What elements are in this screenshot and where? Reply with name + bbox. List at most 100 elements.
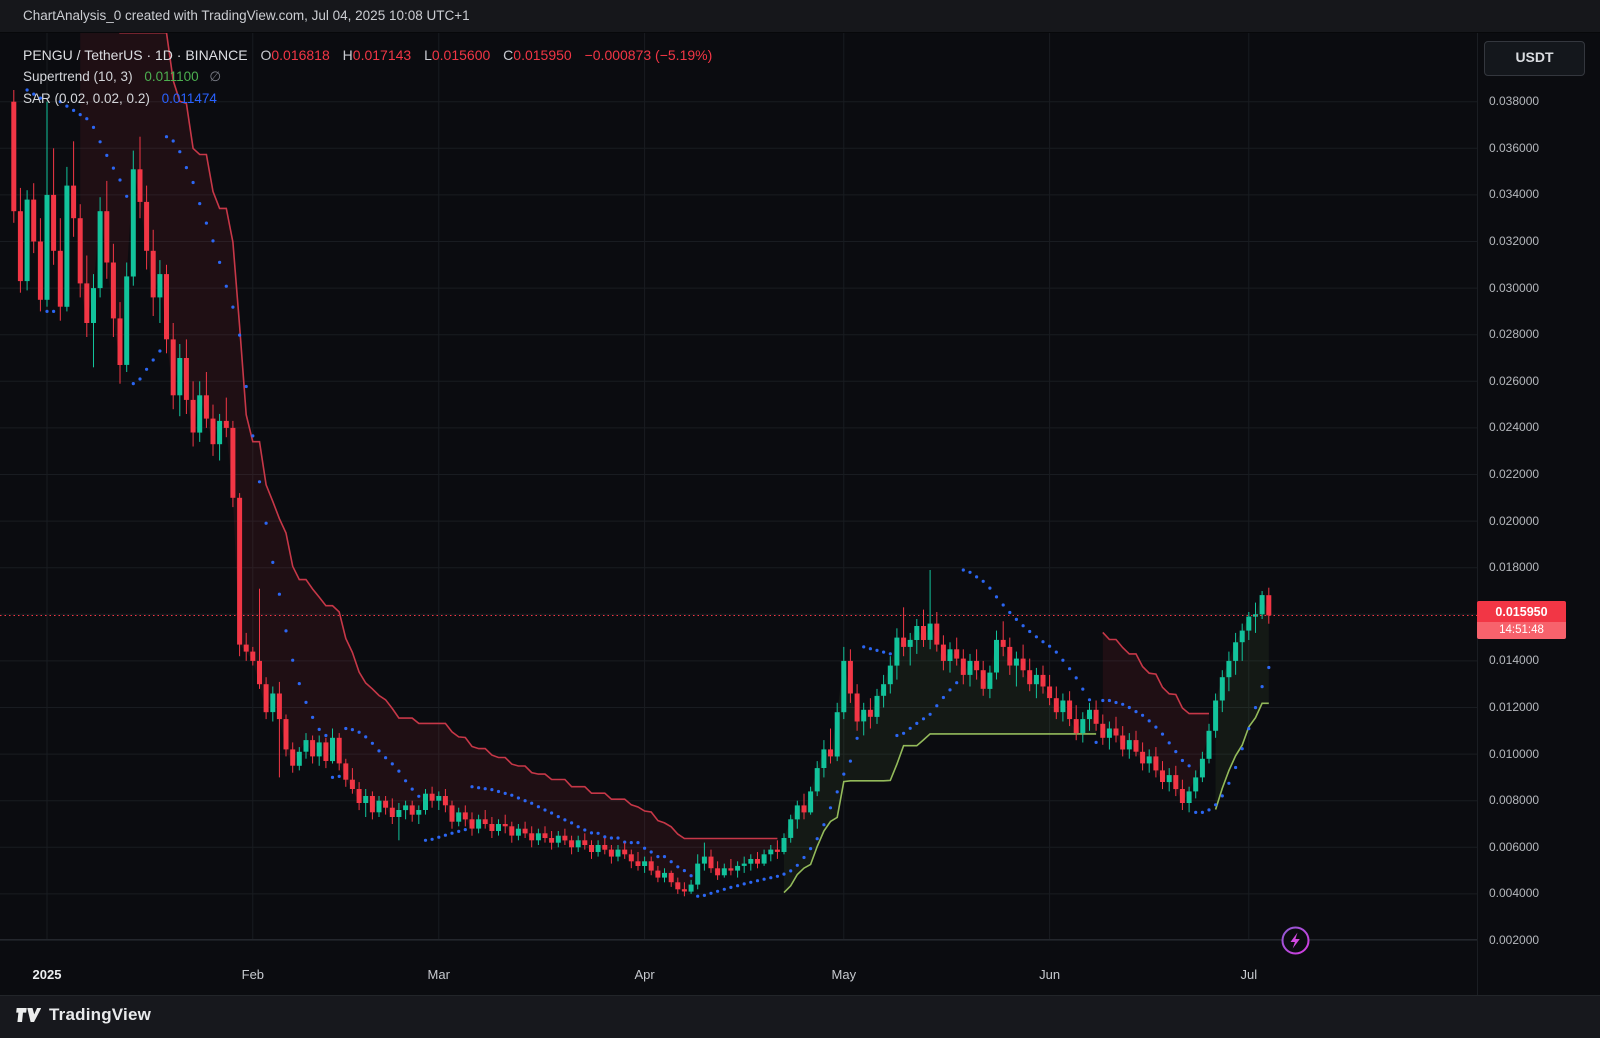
supertrend-empty-icon: ∅ [209, 69, 221, 84]
sar-dot [424, 839, 427, 842]
sar-dot [915, 722, 918, 725]
sar-dot [1267, 666, 1270, 669]
high-label: H [343, 47, 353, 63]
time-axis-label: Jun [1039, 967, 1060, 982]
candle-down [1021, 659, 1026, 671]
sar-dot [1068, 667, 1071, 670]
candle-down [921, 626, 926, 640]
sar-dot [1241, 747, 1244, 750]
currency-toggle-button[interactable]: USDT [1484, 41, 1585, 76]
sar-dot [1188, 764, 1191, 767]
sar-dot [537, 805, 540, 808]
supertrend-value: 0.011100 [144, 69, 198, 84]
sar-dot [92, 126, 95, 129]
candle-down [323, 742, 328, 761]
candle-up [25, 200, 30, 282]
sar-dot [172, 139, 175, 142]
open-value: 0.016818 [271, 47, 329, 63]
price-axis-label: 0.010000 [1489, 747, 1539, 761]
sar-dot [975, 575, 978, 578]
price-axis-label: 0.026000 [1489, 374, 1539, 388]
candle-down [290, 749, 295, 765]
sar-dot [524, 799, 527, 802]
candle-down [1100, 724, 1105, 738]
sar-dot [1141, 714, 1144, 717]
candle-up [1226, 661, 1231, 677]
sar-dot [457, 830, 460, 833]
sar-dot [643, 847, 646, 850]
price-axis-label: 0.004000 [1489, 886, 1539, 900]
legend-symbol-row[interactable]: PENGU / TetherUS · 1D · BINANCE O0.01681… [23, 44, 712, 66]
sar-dot [577, 825, 580, 828]
time-axis-label: Mar [428, 967, 450, 982]
candle-down [629, 854, 634, 861]
time-axis-separator [0, 939, 1477, 940]
sar-dot [364, 735, 367, 738]
high-value: 0.017143 [353, 47, 411, 63]
sar-dot [105, 154, 108, 157]
legend-sar-row[interactable]: SAR (0.02, 0.02, 0.2) 0.011474 [23, 88, 712, 110]
candle-up [1167, 775, 1172, 782]
sar-dot [1035, 635, 1038, 638]
sar-dot [690, 874, 693, 877]
candle-up [304, 740, 309, 752]
price-axis-label: 0.034000 [1489, 187, 1539, 201]
sar-dot [809, 847, 812, 850]
candle-down [901, 638, 906, 647]
sar-dot [52, 310, 55, 313]
candle-down [191, 400, 196, 433]
sar-dot [616, 836, 619, 839]
candle-down [390, 808, 395, 817]
candle-down [1074, 719, 1079, 733]
sar-dot [450, 832, 453, 835]
sar-dot [118, 178, 121, 181]
candle-up [782, 838, 787, 852]
candle-down [230, 428, 235, 498]
sar-dot [165, 135, 168, 138]
sar-dot [875, 649, 878, 652]
sar-dot [822, 823, 825, 826]
sar-dot [311, 716, 314, 719]
sar-dot [490, 788, 493, 791]
candle-down [11, 102, 16, 212]
candle-down [277, 694, 282, 720]
candle-up [1246, 617, 1251, 631]
price-chart-canvas[interactable] [0, 0, 1600, 1038]
sar-dot [1108, 699, 1111, 702]
sar-dot [1114, 701, 1117, 704]
sar-dot [557, 815, 560, 818]
legend-supertrend-row[interactable]: Supertrend (10, 3) 0.011100 ∅ [23, 66, 712, 88]
candle-down [184, 358, 189, 400]
candle-up [808, 791, 813, 812]
sar-dot [716, 890, 719, 893]
sar-dot [464, 828, 467, 831]
candle-up [742, 864, 747, 866]
last-price-label: 0.015950 14:51:48 [1477, 601, 1566, 639]
candle-up [1014, 659, 1019, 666]
candle-up [788, 819, 793, 838]
sar-dot [132, 382, 135, 385]
candle-down [802, 805, 807, 812]
sar-dot [543, 808, 546, 811]
symbol-title: PENGU / TetherUS · 1D · BINANCE [23, 47, 248, 63]
candle-up [815, 768, 820, 791]
low-label: L [424, 47, 432, 63]
candle-up [768, 850, 773, 855]
sar-dot [331, 776, 334, 779]
candle-up [821, 749, 826, 768]
candle-down [51, 195, 56, 251]
candle-down [118, 318, 123, 365]
candle-up [968, 661, 973, 675]
chart-legend: PENGU / TetherUS · 1D · BINANCE O0.01681… [23, 44, 712, 110]
candle-down [138, 169, 143, 202]
candle-up [881, 684, 886, 696]
candle-down [855, 694, 860, 722]
sar-dot [763, 878, 766, 881]
tradingview-logo[interactable]: TradingView [14, 1005, 151, 1025]
lightning-icon[interactable] [1280, 925, 1311, 956]
candle-down [669, 873, 674, 882]
candle-down [1067, 701, 1072, 720]
sar-dot [417, 795, 420, 798]
candle-down [582, 840, 587, 845]
price-axis-label: 0.038000 [1489, 94, 1539, 108]
